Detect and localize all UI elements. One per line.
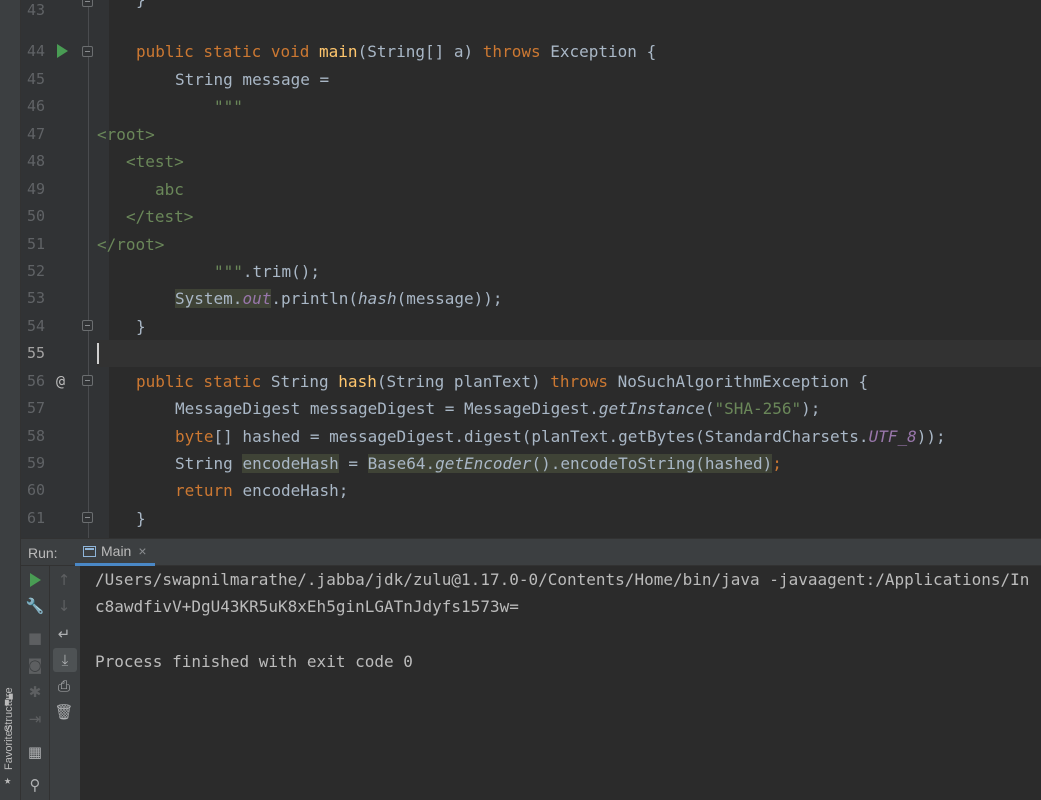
run-toolbar-primary: 🔧 ■ ◙ ✱ ⇥ ▦ ⚲ — [21, 566, 50, 800]
code-line-51: </root> — [97, 235, 165, 254]
code-line-52: """.trim(); — [214, 262, 320, 281]
trash-icon[interactable]: 🗑 — [50, 700, 78, 724]
wrench-icon[interactable]: 🔧 — [21, 594, 49, 618]
code-line-47: <root> — [97, 125, 155, 144]
code-line-50: </test> — [126, 207, 194, 226]
rerun-button[interactable] — [21, 568, 49, 592]
code-line-45: String message = — [175, 70, 330, 89]
line-number: 44 — [26, 42, 45, 60]
arrow-up-icon[interactable]: ↑ — [50, 568, 78, 592]
stop-icon[interactable]: ■ — [21, 626, 49, 650]
line-number: 53 — [26, 289, 45, 307]
exit-icon[interactable]: ⇥ — [21, 707, 49, 731]
code-line-60: return encodeHash; — [175, 481, 349, 500]
layout-icon[interactable]: ▦ — [21, 740, 49, 764]
line-number: 57 — [26, 399, 45, 417]
line-number: 54 — [26, 317, 45, 335]
editor-gutter: 43 44 45 46 47 48 49 50 51 52 53 54 55 5… — [21, 0, 109, 538]
line-number: 52 — [26, 262, 45, 280]
code-area[interactable]: } public static void main(String[] a) th… — [97, 0, 1041, 538]
line-number: 60 — [26, 481, 45, 499]
camera-icon[interactable]: ◙ — [21, 653, 49, 677]
line-number: 61 — [26, 509, 45, 527]
code-line-56: public static String hash(String planTex… — [136, 372, 869, 391]
fold-guide — [88, 0, 89, 538]
line-number: 48 — [26, 152, 45, 170]
console-line: Process finished with exit code 0 — [95, 652, 413, 671]
run-tab-main[interactable]: Main × — [75, 539, 155, 566]
current-line-highlight — [97, 340, 1041, 367]
line-number: 58 — [26, 427, 45, 445]
fold-icon[interactable] — [82, 320, 93, 331]
run-tab-label: Main — [101, 543, 132, 559]
code-line-57: MessageDigest messageDigest = MessageDig… — [175, 399, 821, 418]
code-line-44: public static void main(String[] a) thro… — [136, 42, 657, 61]
fold-icon[interactable] — [82, 46, 93, 57]
console-icon — [83, 545, 96, 557]
pin-icon[interactable]: ⚲ — [21, 773, 49, 797]
code-line-46: """ — [214, 97, 243, 116]
code-line-58: byte[] hashed = messageDigest.digest(pla… — [175, 427, 946, 446]
run-panel-header: Run: Main × — [21, 538, 1041, 566]
console-line: /Users/swapnilmarathe/.jabba/jdk/zulu@1.… — [95, 570, 1030, 589]
code-line-53: System.out.println(hash(message)); — [175, 289, 503, 308]
code-line-54: } — [136, 317, 146, 336]
run-label: Run: — [28, 545, 58, 561]
soft-wrap-icon[interactable]: ↵ — [50, 622, 78, 646]
fold-icon[interactable] — [82, 0, 93, 7]
arrow-down-icon[interactable]: ↓ — [50, 594, 78, 618]
close-icon[interactable]: × — [138, 543, 146, 559]
text-caret — [97, 343, 99, 364]
line-number: 56 — [26, 372, 45, 390]
line-number: 49 — [26, 180, 45, 198]
line-number: 45 — [26, 70, 45, 88]
star-icon: ★ — [4, 773, 12, 787]
bug-icon[interactable]: ✱ — [21, 680, 49, 704]
line-number: 59 — [26, 454, 45, 472]
line-number-current: 55 — [26, 344, 45, 362]
print-icon[interactable]: ⎙ — [50, 674, 78, 698]
line-number: 43 — [26, 1, 45, 19]
left-tool-stripe: Structure ▞ Favorites ★ — [0, 0, 21, 800]
run-console[interactable]: /Users/swapnilmarathe/.jabba/jdk/zulu@1.… — [81, 566, 1041, 800]
code-editor[interactable]: 43 44 45 46 47 48 49 50 51 52 53 54 55 5… — [21, 0, 1041, 538]
line-number: 47 — [26, 125, 45, 143]
code-line: } — [136, 0, 146, 13]
override-annotation-icon[interactable]: @ — [56, 368, 65, 395]
favorites-tab-label: Favorites — [3, 724, 15, 770]
line-number: 51 — [26, 235, 45, 253]
fold-icon[interactable] — [82, 375, 93, 386]
scroll-to-end-icon[interactable]: ⤓ — [53, 648, 77, 672]
code-line-48: <test> — [126, 152, 184, 171]
run-main-icon[interactable] — [57, 44, 68, 58]
code-line-49: abc — [155, 180, 184, 199]
run-icon — [29, 573, 41, 587]
fold-icon[interactable] — [82, 512, 93, 523]
code-line-59: String encodeHash = Base64.getEncoder().… — [175, 454, 782, 473]
run-toolbar-secondary: ↑ ↓ ↵ ⤓ ⎙ 🗑 — [50, 566, 81, 800]
console-line: c8awdfivV+DgU43KR5uK8xEh5ginLGATnJdyfs15… — [95, 597, 519, 616]
line-number: 50 — [26, 207, 45, 225]
line-number: 46 — [26, 97, 45, 115]
code-line-61: } — [136, 509, 146, 528]
